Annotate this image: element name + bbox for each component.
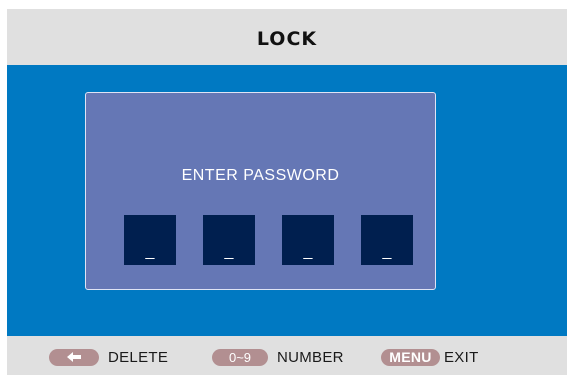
password-digit-4[interactable]: _ xyxy=(361,215,413,265)
main-panel: ENTER PASSWORD _ _ _ _ xyxy=(7,65,567,336)
number-label: NUMBER xyxy=(277,348,344,366)
password-digit-2[interactable]: _ xyxy=(203,215,255,265)
lock-screen: LOCK ENTER PASSWORD _ _ _ _ DELETE 0~9 N… xyxy=(7,9,567,375)
delete-key[interactable] xyxy=(49,348,99,366)
number-key[interactable]: 0~9 xyxy=(212,348,268,366)
footer-bar: DELETE 0~9 NUMBER MENU EXIT xyxy=(7,336,567,375)
page-title: LOCK xyxy=(256,28,318,50)
header-bar: LOCK xyxy=(7,9,567,65)
delete-hint[interactable]: DELETE xyxy=(49,348,168,366)
exit-hint[interactable]: MENU EXIT xyxy=(381,348,479,366)
enter-password-label: ENTER PASSWORD xyxy=(181,167,340,184)
delete-label: DELETE xyxy=(108,348,169,366)
password-dialog: ENTER PASSWORD _ _ _ _ xyxy=(85,92,436,290)
password-digit-3[interactable]: _ xyxy=(282,215,334,265)
password-digit-1[interactable]: _ xyxy=(124,215,176,265)
menu-key[interactable]: MENU xyxy=(381,348,440,366)
exit-label: EXIT xyxy=(444,348,479,366)
left-arrow-icon xyxy=(67,352,81,362)
number-hint[interactable]: 0~9 NUMBER xyxy=(212,348,344,366)
